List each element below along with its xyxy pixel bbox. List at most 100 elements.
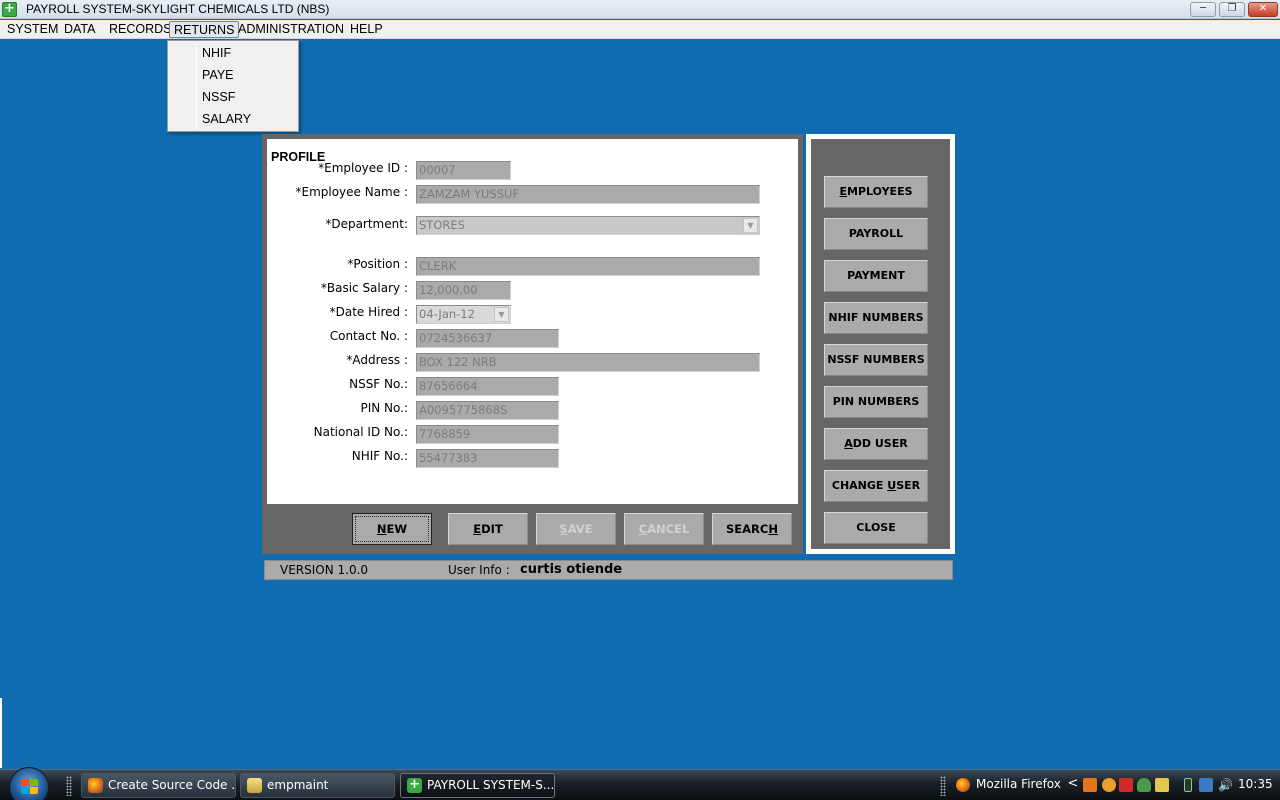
menu-item-nhif[interactable]: NHIF xyxy=(202,43,231,63)
payroll-app-icon: + xyxy=(407,778,422,793)
menu-data[interactable]: DATA xyxy=(60,21,99,38)
display-icon[interactable] xyxy=(1155,778,1169,792)
menu-help[interactable]: HELP xyxy=(346,21,387,38)
chevron-down-icon[interactable]: ▼ xyxy=(494,307,509,322)
navigation-panel-inner: EMPLOYEES PAYROLL PAYMENT NHIF NUMBERS N… xyxy=(811,139,950,549)
task-payroll-system[interactable]: + PAYROLL SYSTEM-S... xyxy=(400,773,555,798)
tray-expand-icon[interactable]: < xyxy=(1066,777,1080,792)
firefox-quicklaunch-icon[interactable] xyxy=(956,778,970,792)
navigation-panel: EMPLOYEES PAYROLL PAYMENT NHIF NUMBERS N… xyxy=(806,134,955,554)
national-id-label: National ID No.: xyxy=(313,425,408,439)
btn-text: PIN NUMBERS xyxy=(832,395,920,408)
menu-returns[interactable]: RETURNS xyxy=(169,21,240,38)
menu-item-salary[interactable]: SALARY xyxy=(202,109,251,129)
btn-text: DD USER xyxy=(852,437,908,450)
taskbar: Create Source Code ... empmaint + PAYROL… xyxy=(0,767,1280,800)
version-label: VERSION 1.0.0 xyxy=(280,563,369,577)
chevron-down-icon[interactable]: ▼ xyxy=(743,218,758,233)
edit-button[interactable]: EDIT xyxy=(448,513,528,545)
close-window-button[interactable]: ✕ xyxy=(1248,2,1278,17)
new-button[interactable]: NEW xyxy=(352,513,432,545)
volume-icon[interactable]: 🔊 xyxy=(1218,778,1233,792)
task-empmaint[interactable]: empmaint xyxy=(240,773,395,798)
pin-numbers-button[interactable]: PIN NUMBERS xyxy=(824,386,928,418)
date-hired-picker[interactable]: 04-Jan-12 ▼ xyxy=(416,305,511,324)
cancel-button[interactable]: CANCEL xyxy=(624,513,704,545)
toolbar-grip[interactable] xyxy=(940,776,946,796)
national-id-field[interactable]: 7768859 xyxy=(416,425,559,444)
employee-name-field[interactable]: ZAMZAM YUSSUF xyxy=(416,185,760,204)
taskbar-grip[interactable] xyxy=(66,776,72,796)
antivirus-icon[interactable] xyxy=(1119,778,1133,792)
menu-system[interactable]: SYSTEM xyxy=(3,21,62,38)
task-firefox[interactable]: Create Source Code ... xyxy=(81,773,236,798)
btn-accel: E xyxy=(839,185,847,198)
task-label: empmaint xyxy=(267,778,329,792)
btn-text: MPLOYEES xyxy=(847,185,913,198)
firefox-toolbar-label[interactable]: Mozilla Firefox xyxy=(976,777,1061,791)
nssf-no-field[interactable]: 87656664 xyxy=(416,377,559,396)
new-label: EW xyxy=(386,522,408,536)
window-title-bar[interactable]: + PAYROLL SYSTEM-SKYLIGHT CHEMICALS LTD … xyxy=(0,0,1280,19)
btn-text: NSSF NUMBERS xyxy=(827,353,925,366)
window-title: PAYROLL SYSTEM-SKYLIGHT CHEMICALS LTD (N… xyxy=(26,2,330,16)
position-label: *Position : xyxy=(347,257,408,271)
app-icon[interactable]: + xyxy=(2,2,17,17)
nhif-numbers-button[interactable]: NHIF NUMBERS xyxy=(824,302,928,334)
address-field[interactable]: BOX 122 NRB xyxy=(416,353,760,372)
clock[interactable]: 10:35 xyxy=(1238,777,1273,791)
battery-icon[interactable] xyxy=(1184,778,1192,792)
btn-text: CHANGE xyxy=(831,479,888,492)
menu-records[interactable]: RECORDS xyxy=(105,21,176,38)
network-icon[interactable] xyxy=(1199,778,1213,792)
menu-gutter xyxy=(196,43,197,129)
btn-text: CLOSE xyxy=(856,521,896,534)
department-select[interactable]: STORES ▼ xyxy=(416,216,760,235)
date-hired-label: *Date Hired : xyxy=(329,305,408,319)
menu-administration[interactable]: ADMINISTRATION xyxy=(234,21,348,38)
search-label: SEARC xyxy=(726,522,769,536)
firefox-icon xyxy=(88,778,103,793)
position-field[interactable]: CLERK xyxy=(416,257,760,276)
payment-button[interactable]: PAYMENT xyxy=(824,260,928,292)
employee-id-label: *Employee ID : xyxy=(318,161,408,175)
menu-item-nssf[interactable]: NSSF xyxy=(202,87,235,107)
windows-logo-icon xyxy=(21,779,39,795)
update-icon[interactable] xyxy=(1102,778,1116,792)
desktop-edge xyxy=(0,698,2,768)
profile-panel: PROFILE *Employee ID : 00007 *Employee N… xyxy=(267,139,798,504)
change-user-button[interactable]: CHANGE USER xyxy=(824,470,928,502)
basic-salary-field[interactable]: 12,000.00 xyxy=(416,281,511,300)
restore-button[interactable]: ❐ xyxy=(1219,2,1245,17)
btn-accel: A xyxy=(844,437,853,450)
add-user-button[interactable]: ADD USER xyxy=(824,428,928,460)
nhif-no-label: NHIF No.: xyxy=(351,449,408,463)
task-label: Create Source Code ... xyxy=(108,778,236,792)
employee-name-label: *Employee Name : xyxy=(295,185,408,199)
nssf-numbers-button[interactable]: NSSF NUMBERS xyxy=(824,344,928,376)
search-accel: H xyxy=(768,522,778,536)
employees-button[interactable]: EMPLOYEES xyxy=(824,176,928,208)
pin-no-field[interactable]: A0095775868S xyxy=(416,401,559,420)
minimize-button[interactable]: ─ xyxy=(1190,2,1216,17)
contact-no-label: Contact No. : xyxy=(329,329,408,343)
btn-text: PAYROLL xyxy=(848,227,904,240)
close-button[interactable]: CLOSE xyxy=(824,512,928,544)
minimize-icon: ─ xyxy=(1199,3,1207,14)
start-button[interactable] xyxy=(9,767,49,800)
employee-id-field[interactable]: 00007 xyxy=(416,161,511,180)
menu-item-paye[interactable]: PAYE xyxy=(202,65,234,85)
nssf-no-label: NSSF No.: xyxy=(349,377,408,391)
save-button[interactable]: SAVE xyxy=(536,513,616,545)
save-accel: S xyxy=(559,522,568,536)
menu-bar: SYSTEM DATA RECORDS RETURNS ADMINISTRATI… xyxy=(0,20,1280,39)
java-icon[interactable] xyxy=(1083,778,1097,792)
btn-text: SER xyxy=(896,479,921,492)
user-icon[interactable] xyxy=(1137,778,1151,792)
restore-icon: ❐ xyxy=(1227,3,1237,14)
status-bar: VERSION 1.0.0 User Info : curtis otiende xyxy=(264,560,953,580)
nhif-no-field[interactable]: 55477383 xyxy=(416,449,559,468)
contact-no-field[interactable]: 0724536637 xyxy=(416,329,559,348)
search-button[interactable]: SEARCH xyxy=(712,513,792,545)
payroll-button[interactable]: PAYROLL xyxy=(824,218,928,250)
